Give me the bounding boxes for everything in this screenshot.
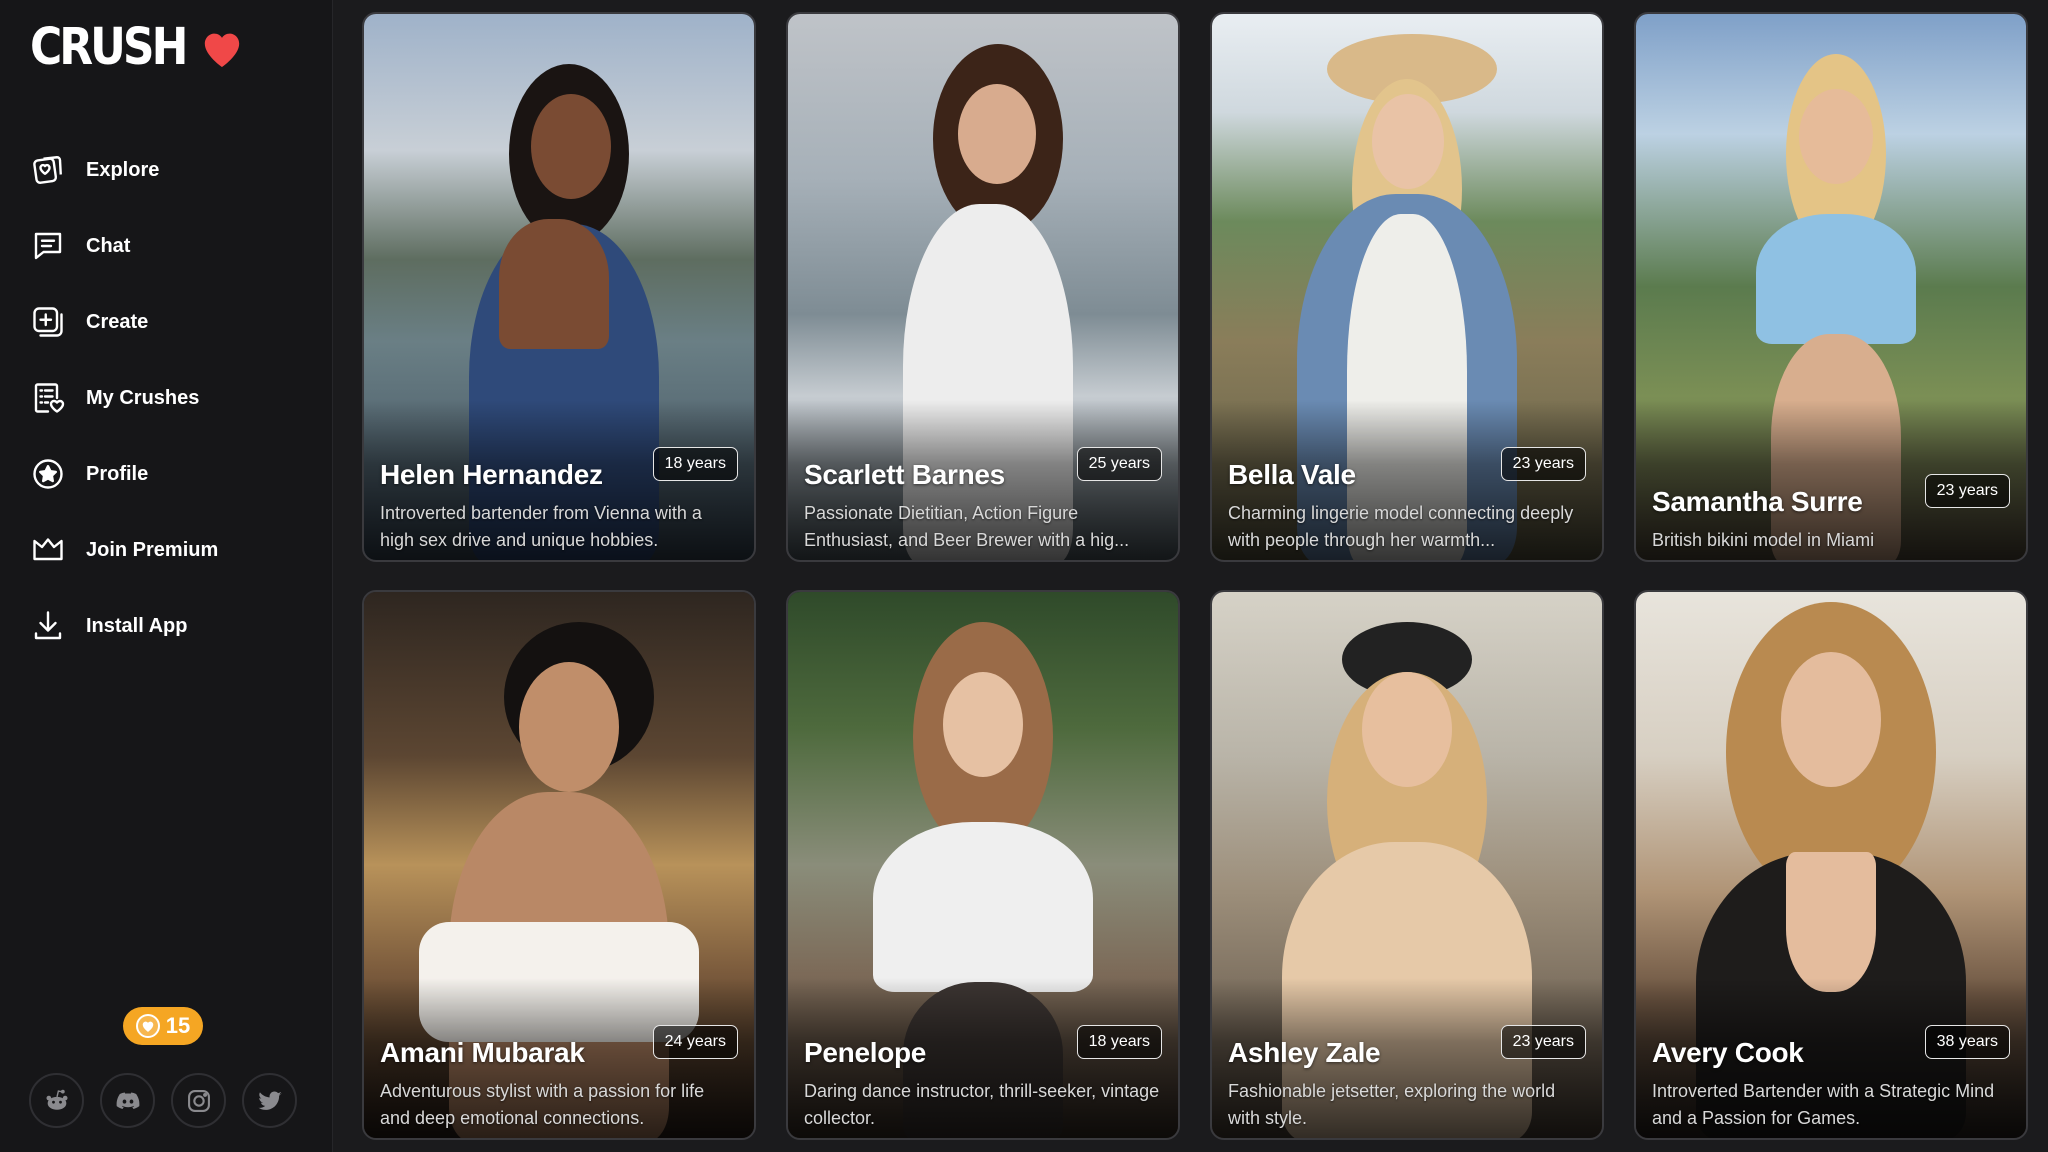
character-description: Fashionable jetsetter, exploring the wor… xyxy=(1228,1081,1556,1128)
sidebar: CRUSH Explore Chat Create My Crushes Pro… xyxy=(0,0,333,1152)
age-badge: 38 years xyxy=(1924,1025,2010,1059)
sidebar-item-install-app[interactable]: Install App xyxy=(28,588,318,664)
age-badge: 18 years xyxy=(652,447,738,481)
sidebar-item-create[interactable]: Create xyxy=(28,284,318,360)
profile-icon xyxy=(28,454,68,494)
character-card-bella-vale[interactable]: Bella Vale 23 years Charming lingerie mo… xyxy=(1210,12,1604,562)
character-name: Avery Cook xyxy=(1652,1037,1804,1068)
heart-logo-icon xyxy=(205,33,240,67)
download-icon xyxy=(28,606,68,646)
character-card-scarlett-barnes[interactable]: Scarlett Barnes 25 years Passionate Diet… xyxy=(786,12,1180,562)
character-card-penelope[interactable]: Penelope 18 years Daring dance instructo… xyxy=(786,590,1180,1140)
sidebar-item-label: Join Premium xyxy=(86,538,219,561)
discord-icon xyxy=(116,1091,139,1109)
crown-icon xyxy=(28,530,68,570)
character-name: Scarlett Barnes xyxy=(804,459,1005,490)
create-icon xyxy=(28,302,68,342)
reddit-icon xyxy=(46,1089,67,1110)
character-name: Amani Mubarak xyxy=(380,1037,585,1068)
character-name: Samantha Surre xyxy=(1652,486,1863,517)
sidebar-nav: Explore Chat Create My Crushes Profile J… xyxy=(28,132,318,664)
character-name: Ashley Zale xyxy=(1228,1037,1381,1068)
explore-icon xyxy=(28,150,68,190)
age-badge: 25 years xyxy=(1076,447,1162,481)
character-card-amani-mubarak[interactable]: Amani Mubarak 24 years Adventurous styli… xyxy=(362,590,756,1140)
twitter-link[interactable] xyxy=(242,1073,297,1128)
character-name: Bella Vale xyxy=(1228,459,1356,490)
character-card-ashley-zale[interactable]: Ashley Zale 23 years Fashionable jetsett… xyxy=(1210,590,1604,1140)
character-description: Daring dance instructor, thrill-seeker, … xyxy=(804,1081,1160,1128)
character-name: Penelope xyxy=(804,1037,927,1068)
age-badge: 18 years xyxy=(1076,1025,1162,1059)
sidebar-item-my-crushes[interactable]: My Crushes xyxy=(28,360,318,436)
sidebar-item-label: Chat xyxy=(86,234,131,257)
my-crushes-icon xyxy=(28,378,68,418)
coin-count: 15 xyxy=(165,1013,191,1038)
character-description: Passionate Dietitian, Action Figure Enth… xyxy=(804,503,1130,550)
logo[interactable]: CRUSH xyxy=(30,18,245,77)
character-card-samantha-surre[interactable]: Samantha Surre 23 years British bikini m… xyxy=(1634,12,2028,562)
character-card-avery-cook[interactable]: Avery Cook 38 years Introverted Bartende… xyxy=(1634,590,2028,1140)
discord-link[interactable] xyxy=(100,1073,155,1128)
sidebar-item-label: Profile xyxy=(86,462,149,485)
age-badge: 23 years xyxy=(1500,1025,1586,1059)
sidebar-item-join-premium[interactable]: Join Premium xyxy=(28,512,318,588)
sidebar-item-label: Create xyxy=(86,310,149,333)
sidebar-item-profile[interactable]: Profile xyxy=(28,436,318,512)
age-badge: 23 years xyxy=(1924,474,2010,508)
sidebar-item-label: Install App xyxy=(86,614,188,637)
character-description: Adventurous stylist with a passion for l… xyxy=(380,1081,705,1128)
twitter-icon xyxy=(257,1091,282,1110)
instagram-link[interactable] xyxy=(171,1073,226,1128)
character-description: Charming lingerie model connecting deepl… xyxy=(1228,503,1574,550)
sidebar-item-label: My Crushes xyxy=(86,386,200,409)
age-badge: 23 years xyxy=(1500,447,1586,481)
sidebar-item-explore[interactable]: Explore xyxy=(28,132,318,208)
character-description: Introverted Bartender with a Strategic M… xyxy=(1652,1081,1995,1128)
sidebar-item-chat[interactable]: Chat xyxy=(28,208,318,284)
age-badge: 24 years xyxy=(652,1025,738,1059)
sidebar-item-label: Explore xyxy=(86,158,160,181)
coin-balance-badge[interactable]: 15 xyxy=(123,1007,203,1045)
character-card-helen-hernandez[interactable]: Helen Hernandez 18 years Introverted bar… xyxy=(362,12,756,562)
character-description: Introverted bartender from Vienna with a… xyxy=(380,503,702,550)
heart-coin-icon xyxy=(135,1014,160,1038)
logo-text: CRUSH xyxy=(30,18,188,77)
reddit-link[interactable] xyxy=(29,1073,84,1128)
instagram-icon xyxy=(187,1089,210,1112)
character-description: British bikini model in Miami xyxy=(1652,530,1875,550)
social-links xyxy=(29,1073,297,1128)
character-name: Helen Hernandez xyxy=(380,459,603,490)
chat-icon xyxy=(28,226,68,266)
